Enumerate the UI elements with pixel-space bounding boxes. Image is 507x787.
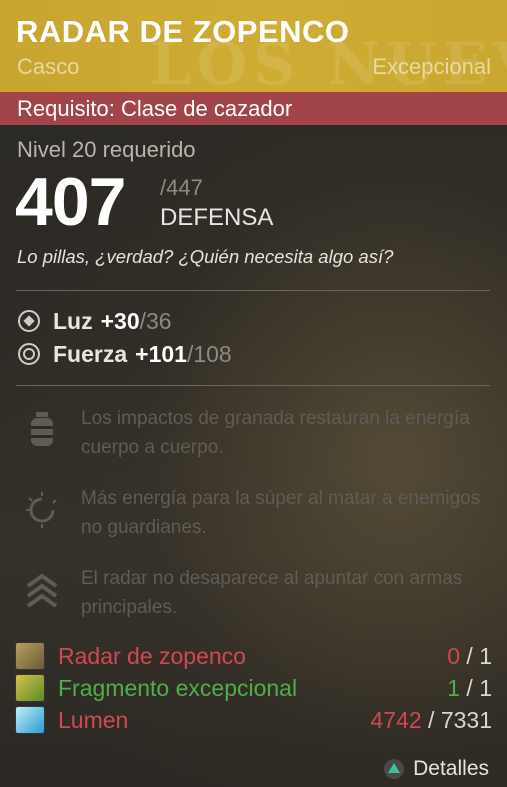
material-name: Radar de zopenco: [58, 643, 246, 669]
glimmer-icon: [15, 706, 45, 734]
perk-description: Más energía para la súper al matar a ene…: [81, 488, 481, 538]
stat-value: +30: [100, 307, 140, 334]
grenade-icon: [31, 412, 53, 446]
class-requirement-bar: Requisito: Clase de cazador: [0, 92, 507, 125]
material-count: 4742 / 7331: [370, 707, 492, 733]
material-row: Radar de zopenco 0 / 1: [15, 641, 492, 671]
details-label: Detalles: [413, 757, 489, 780]
details-button[interactable]: Detalles: [384, 757, 489, 781]
defense-value: 407: [15, 164, 126, 240]
perk-description: El radar no desaparece al apuntar con ar…: [81, 568, 463, 618]
flavor-text: Lo pillas, ¿verdad? ¿Quién necesita algo…: [17, 246, 394, 267]
super-energy-icon: [26, 492, 57, 528]
divider: [16, 385, 490, 386]
stat-max: /36: [139, 307, 172, 334]
item-rarity: Excepcional: [372, 54, 491, 79]
stat-strength: Fuerza +101 /108: [18, 341, 232, 367]
item-name: RADAR DE ZOPENCO: [16, 14, 350, 49]
item-type: Casco: [17, 54, 80, 79]
light-icon: [18, 310, 40, 332]
material-row: Lumen 4742 / 7331: [15, 705, 492, 735]
material-row: Fragmento excepcional 1 / 1: [15, 673, 492, 703]
stat-light: Luz +30 /36: [18, 308, 172, 334]
perk-super-energy[interactable]: Más energía para la súper al matar a ene…: [18, 484, 488, 544]
defense-label: DEFENSA: [160, 204, 274, 231]
radar-chevron-icon: [26, 573, 58, 608]
material-count: 1 / 1: [447, 675, 492, 701]
exotic-shard-icon: [15, 674, 45, 702]
divider: [16, 290, 490, 291]
item-tooltip: LOS NUEVE RADAR DE ZOPENCO Casco Excepci…: [0, 0, 507, 787]
class-requirement-text: Requisito: Clase de cazador: [17, 96, 293, 121]
material-name: Fragmento excepcional: [58, 675, 298, 701]
triangle-button-icon: [384, 759, 405, 779]
helmet-icon: [15, 642, 45, 670]
perk-grenade[interactable]: Los impactos de granada restauran la ene…: [18, 404, 488, 464]
stat-max: /108: [186, 340, 232, 367]
material-count: 0 / 1: [447, 643, 492, 669]
item-header: LOS NUEVE RADAR DE ZOPENCO Casco Excepci…: [0, 0, 507, 92]
material-name: Lumen: [58, 707, 129, 733]
perk-radar[interactable]: El radar no desaparece al apuntar con ar…: [18, 564, 488, 624]
defense-max: /447: [160, 175, 203, 200]
perk-description: Los impactos de granada restauran la ene…: [81, 408, 470, 458]
stat-name: Fuerza: [53, 340, 128, 367]
strength-icon: [18, 343, 40, 365]
stat-value: +101: [135, 340, 187, 367]
level-requirement: Nivel 20 requerido: [17, 137, 196, 162]
stat-name: Luz: [53, 307, 93, 334]
